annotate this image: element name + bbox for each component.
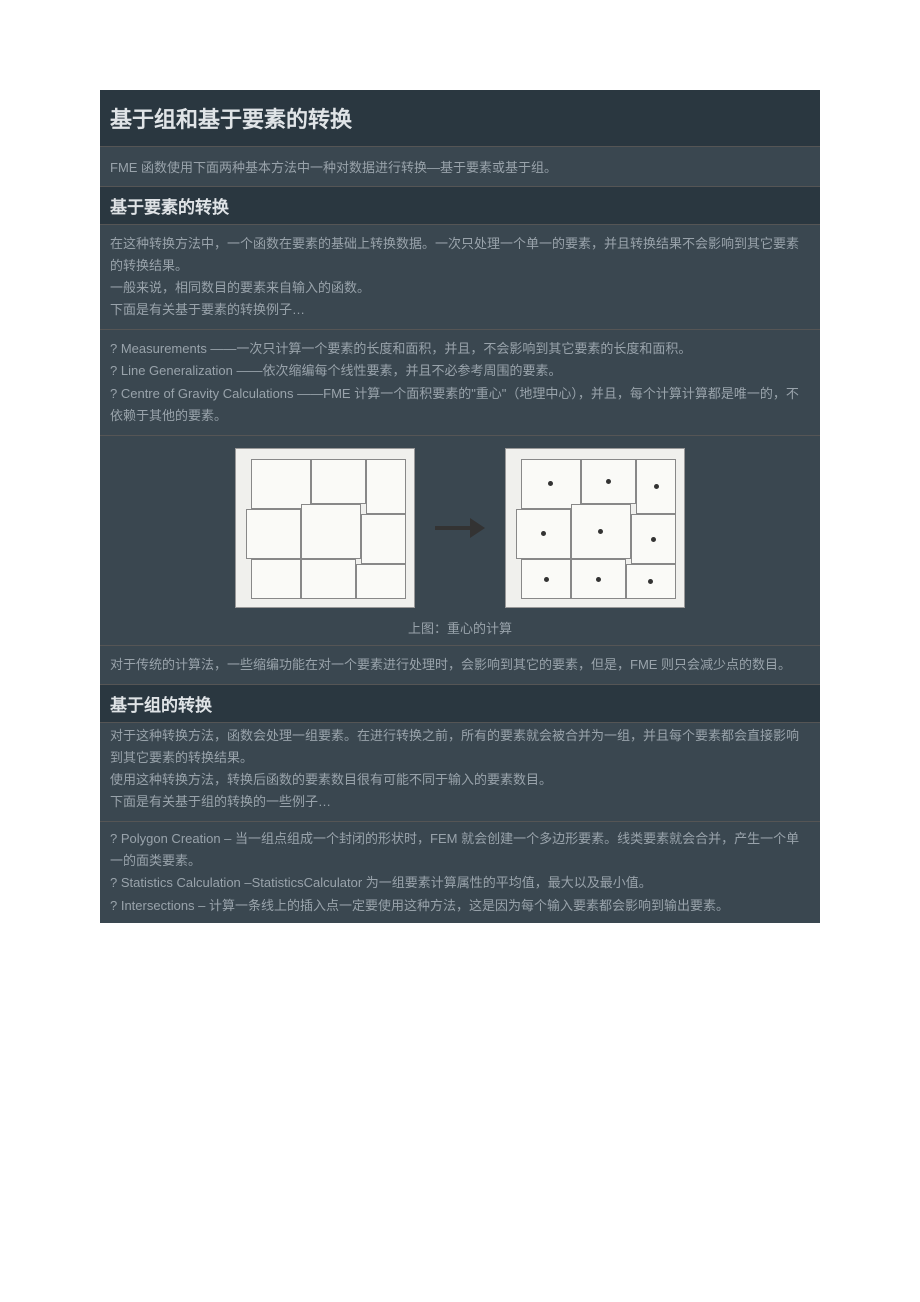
section2-para1: 对于这种转换方法，函数会处理一组要素。在进行转换之前，所有的要素就会被合并为一组… (100, 723, 820, 822)
figure-caption: 上图：重心的计算 (110, 618, 810, 637)
section2-bullets: ? Polygon Creation – 当一组点组成一个封闭的形状时，FEM … (100, 822, 820, 922)
figure-block: 上图：重心的计算 (100, 436, 820, 646)
section1-bullet3: ? Centre of Gravity Calculations ——FME 计… (110, 386, 799, 423)
section1-title: 基于要素的转换 (100, 187, 820, 225)
section2-bullet1: ? Polygon Creation – 当一组点组成一个封闭的形状时，FEM … (110, 831, 799, 868)
document-content: 基于组和基于要素的转换 FME 函数使用下面两种基本方法中一种对数据进行转换—基… (100, 90, 820, 923)
section2-para1-line1: 对于这种转换方法，函数会处理一组要素。在进行转换之前，所有的要素就会被合并为一组… (110, 728, 799, 765)
arrow-icon (435, 518, 485, 538)
main-title: 基于组和基于要素的转换 (100, 90, 820, 147)
section1-para1-line3: 下面是有关基于要素的转换例子… (110, 302, 305, 317)
section2-bullet2: ? Statistics Calculation –StatisticsCalc… (110, 875, 652, 890)
section2-title: 基于组的转换 (100, 685, 820, 723)
section1-para1: 在这种转换方法中，一个函数在要素的基础上转换数据。一次只处理一个单一的要素，并且… (100, 225, 820, 330)
section1-para1-line2: 一般来说，相同数目的要素来自输入的函数。 (110, 280, 370, 295)
section1-bullet1: ? Measurements ——一次只计算一个要素的长度和面积，并且，不会影响… (110, 341, 691, 356)
section2-para1-line2: 使用这种转换方法，转换后函数的要素数目很有可能不同于输入的要素数目。 (110, 772, 552, 787)
section1-para2: 对于传统的计算法，一些缩编功能在对一个要素进行处理时，会影响到其它的要素，但是，… (100, 646, 820, 685)
map-before-image (235, 448, 415, 608)
map-after-image (505, 448, 685, 608)
section2-bullet3: ? Intersections – 计算一条线上的插入点一定要使用这种方法，这是… (110, 898, 729, 913)
figure-row (110, 448, 810, 608)
section1-bullets: ? Measurements ——一次只计算一个要素的长度和面积，并且，不会影响… (100, 330, 820, 435)
section2-para1-line3: 下面是有关基于组的转换的一些例子… (110, 794, 331, 809)
section1-para1-line1: 在这种转换方法中，一个函数在要素的基础上转换数据。一次只处理一个单一的要素，并且… (110, 236, 799, 273)
intro-text: FME 函数使用下面两种基本方法中一种对数据进行转换—基于要素或基于组。 (100, 147, 820, 187)
section1-bullet2: ? Line Generalization ——依次缩编每个线性要素，并且不必参… (110, 363, 561, 378)
